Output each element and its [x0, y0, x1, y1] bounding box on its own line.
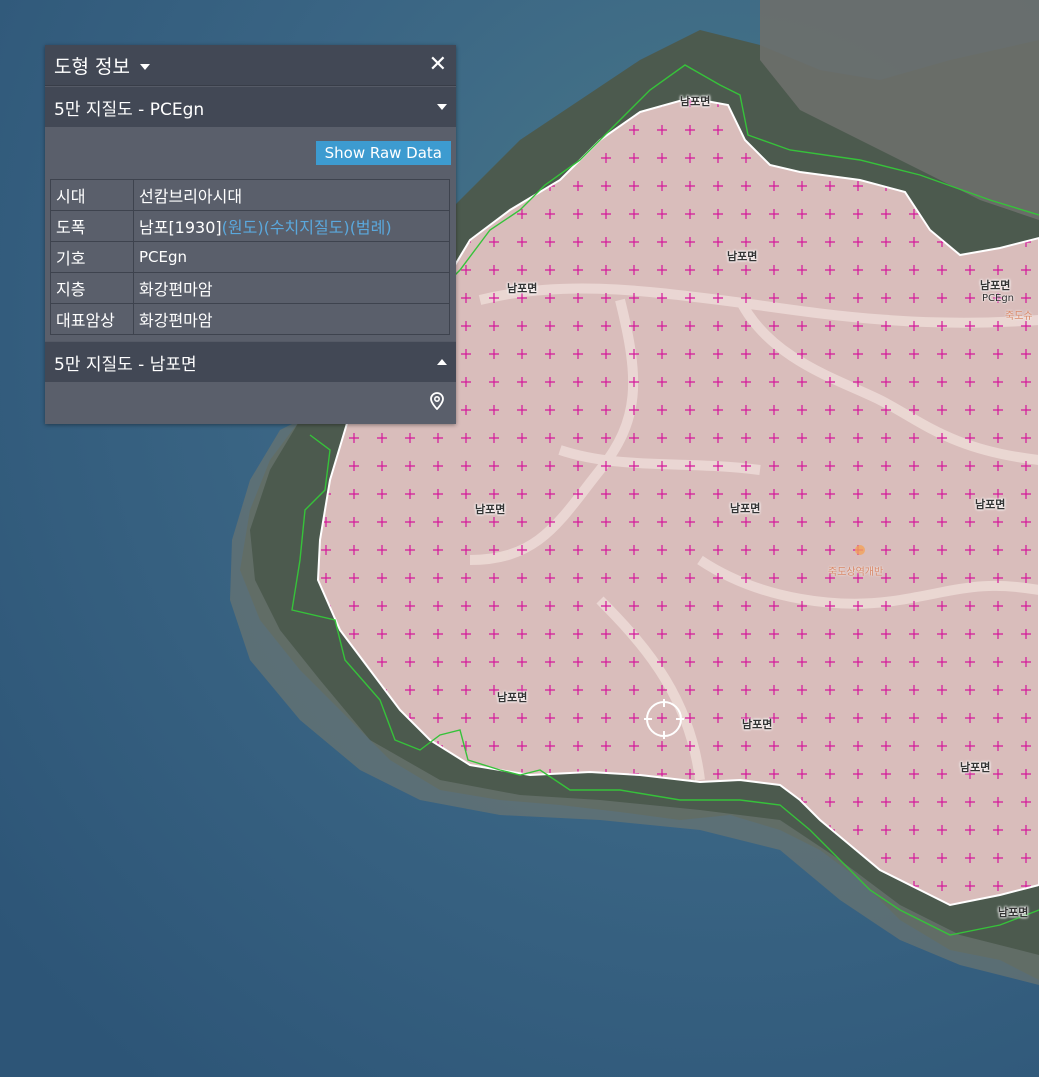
section-title: 5만 지질도 - PCEgn: [54, 99, 205, 120]
attribute-table: 시대 선캄브리아시대 도폭 남포[1930](원도)(수치지질도)(범례) 기호…: [50, 179, 450, 335]
attr-value: 화강편마암: [133, 272, 450, 304]
attr-value: PCEgn: [133, 241, 450, 273]
chevron-up-icon[interactable]: [437, 359, 447, 365]
table-row: 지층 화강편마암: [50, 272, 450, 304]
panel-header: 도형 정보 ✕: [45, 45, 456, 86]
location-pin-icon[interactable]: [430, 392, 444, 410]
place-label: 남포면: [998, 906, 1029, 919]
legend-link[interactable]: (범례): [350, 218, 392, 237]
attr-key: 도폭: [50, 210, 134, 242]
table-row: 기호 PCEgn: [50, 241, 450, 273]
place-label: 남포면: [975, 498, 1006, 511]
attr-value: 선캄브리아시대: [133, 179, 450, 211]
digital-map-link[interactable]: (수치지질도): [264, 218, 350, 237]
attr-value: 화강편마암: [133, 303, 450, 335]
unit-label: PCEgn: [982, 293, 1015, 304]
poi-label: 죽도슈: [1005, 311, 1033, 322]
place-label: 남포면: [475, 503, 506, 516]
place-label: 남포면: [980, 279, 1011, 292]
table-row: 도폭 남포[1930](원도)(수치지질도)(범례): [50, 210, 450, 242]
poi-label: 죽도상역개반: [828, 567, 884, 578]
section-title: 5만 지질도 - 남포면: [54, 354, 197, 375]
panel-title: 도형 정보: [54, 55, 130, 78]
place-label: 남포면: [960, 761, 991, 774]
chevron-down-icon[interactable]: [437, 104, 447, 110]
attr-value: 남포[1930](원도)(수치지질도)(범례): [133, 210, 450, 242]
attr-key: 기호: [50, 241, 134, 273]
close-icon[interactable]: ✕: [429, 54, 447, 76]
place-label: 남포면: [507, 282, 538, 295]
place-label: 남포면: [497, 691, 528, 704]
caret-down-icon[interactable]: [139, 64, 150, 70]
place-label: 남포면: [730, 502, 761, 515]
poi-marker: [855, 545, 865, 555]
attr-key: 지층: [50, 272, 134, 304]
original-map-link[interactable]: (원도): [222, 218, 264, 237]
section-body-nampo: [45, 382, 456, 424]
table-row: 대표암상 화강편마암: [50, 303, 450, 335]
table-row: 시대 선캄브리아시대: [50, 179, 450, 211]
place-label: 남포면: [680, 95, 711, 108]
section-header-nampo[interactable]: 5만 지질도 - 남포면: [45, 341, 456, 382]
attr-key: 대표암상: [50, 303, 134, 335]
show-raw-data-button[interactable]: Show Raw Data: [315, 141, 451, 165]
feature-info-panel: 도형 정보 ✕ 5만 지질도 - PCEgn Show Raw Data 시대 …: [45, 45, 456, 424]
section-body-pcegn: Show Raw Data 시대 선캄브리아시대 도폭 남포[1930](원도)…: [45, 127, 456, 341]
attr-key: 시대: [50, 179, 134, 211]
place-label: 남포면: [742, 718, 773, 731]
place-label: 남포면: [727, 250, 758, 263]
sheet-name: 남포[1930]: [139, 218, 222, 237]
section-header-pcegn[interactable]: 5만 지질도 - PCEgn: [45, 86, 456, 127]
